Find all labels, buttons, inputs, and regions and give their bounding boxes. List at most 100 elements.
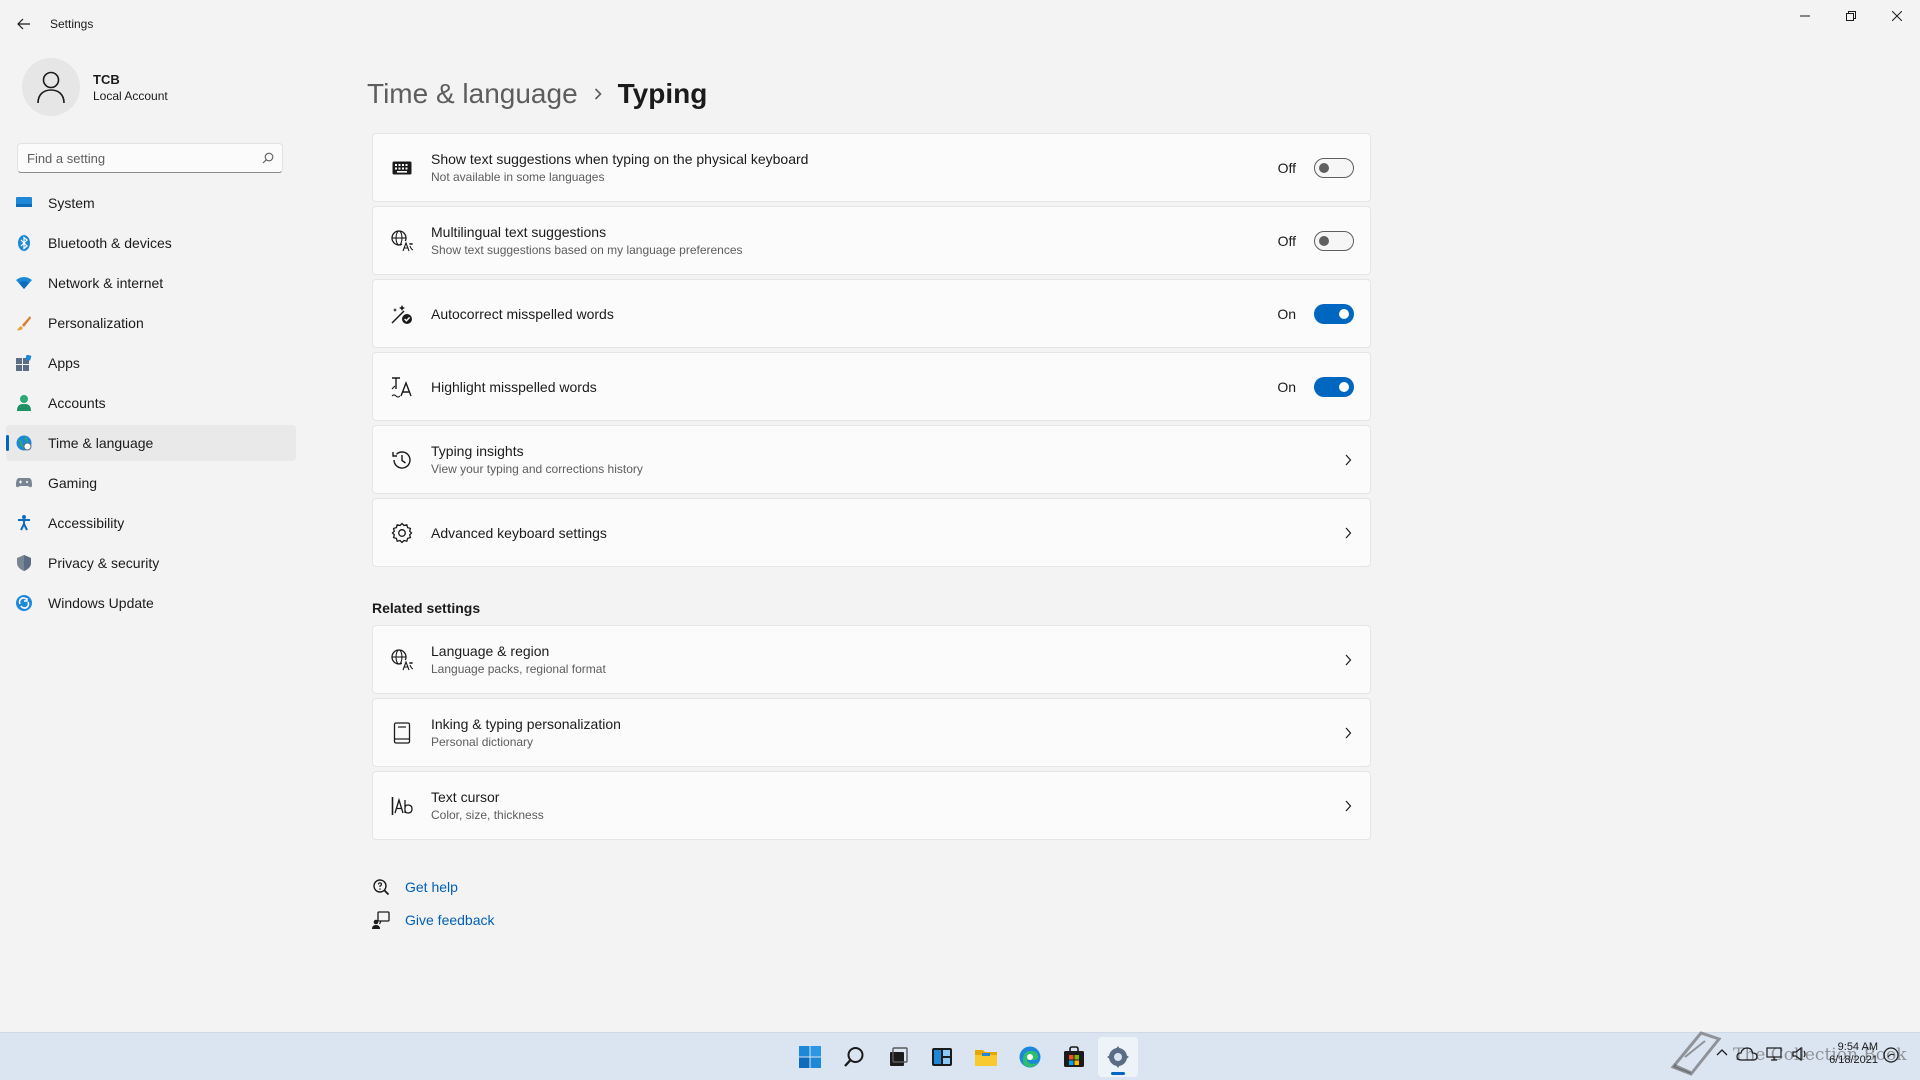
setting-title: Inking & typing personalization: [431, 716, 621, 732]
search-box[interactable]: [17, 143, 283, 173]
volume-icon: [1792, 1046, 1806, 1062]
update-icon: [16, 595, 32, 611]
globe-clock-icon: [16, 435, 32, 451]
get-help-link[interactable]: Get help: [372, 870, 495, 903]
person-icon: [37, 71, 65, 104]
setting-description: Personal dictionary: [431, 735, 534, 749]
sidebar-item-privacy[interactable]: Privacy & security: [6, 545, 296, 581]
help-icon: [372, 878, 390, 896]
cloud-icon: [1736, 1047, 1758, 1061]
minimize-button[interactable]: [1782, 0, 1828, 32]
related-settings-list: Language & region Language packs, region…: [372, 625, 1371, 844]
help-links: Get help Give feedback: [372, 870, 495, 936]
settings-list: Show text suggestions when typing on the…: [372, 133, 1371, 571]
setting-description: Show text suggestions based on my langua…: [431, 243, 743, 257]
dictionary-icon: [391, 722, 413, 744]
wifi-icon: [16, 275, 32, 291]
user-profile[interactable]: TCB Local Account: [22, 58, 302, 118]
setting-description: Language packs, regional format: [431, 662, 606, 676]
store-icon[interactable]: [1054, 1037, 1094, 1077]
sidebar-item-system[interactable]: System: [6, 185, 296, 221]
chevron-right-icon: [1345, 527, 1352, 539]
file-explorer-icon[interactable]: [966, 1037, 1006, 1077]
setting-description: Not available in some languages: [431, 170, 605, 184]
text-cursor-icon: [391, 795, 413, 817]
notification-icon[interactable]: [1883, 1047, 1899, 1063]
search-icon[interactable]: [834, 1037, 874, 1077]
system-icon: [16, 195, 32, 211]
setting-title: Autocorrect misspelled words: [431, 305, 614, 322]
setting-title: Text cursor: [431, 789, 500, 805]
task-view-icon[interactable]: [878, 1037, 918, 1077]
sidebar-item-network[interactable]: Network & internet: [6, 265, 296, 301]
avatar: [22, 58, 80, 116]
widgets-icon[interactable]: [922, 1037, 962, 1077]
close-button[interactable]: [1874, 0, 1920, 32]
bluetooth-icon: [16, 235, 32, 251]
language-icon: [391, 649, 413, 671]
setting-highlight-misspelled: Highlight misspelled words On: [372, 352, 1371, 421]
autocorrect-icon: [391, 303, 413, 325]
highlight-misspelled-toggle[interactable]: [1314, 376, 1354, 397]
toggle-state-label: Off: [1277, 159, 1296, 176]
taskbar: [0, 1032, 1920, 1080]
title-bar: Settings: [0, 0, 1920, 48]
setting-title: Typing insights: [431, 443, 524, 459]
toggle-state-label: Off: [1277, 232, 1296, 249]
sidebar-item-personalization[interactable]: Personalization: [6, 305, 296, 341]
related-inking-typing[interactable]: Inking & typing personalization Personal…: [372, 698, 1371, 767]
chevron-right-icon: [1345, 454, 1352, 466]
setting-typing-insights[interactable]: Typing insights View your typing and cor…: [372, 425, 1371, 494]
restore-button[interactable]: [1828, 0, 1874, 32]
sidebar-item-accounts[interactable]: Accounts: [6, 385, 296, 421]
related-text-cursor[interactable]: Text cursor Color, size, thickness: [372, 771, 1371, 840]
chevron-right-icon: [1345, 727, 1352, 739]
setting-multilingual-suggestions: Multilingual text suggestions Show text …: [372, 206, 1371, 275]
close-icon: [1892, 11, 1902, 21]
taskbar-apps: [788, 1033, 1140, 1080]
spellcheck-icon: [391, 376, 413, 398]
setting-description: View your typing and corrections history: [431, 462, 643, 476]
sidebar-item-label: Windows Update: [48, 595, 154, 611]
autocorrect-toggle[interactable]: [1314, 303, 1354, 324]
breadcrumb-parent[interactable]: Time & language: [367, 78, 578, 110]
edge-icon[interactable]: [1010, 1037, 1050, 1077]
give-feedback-label: Give feedback: [405, 911, 495, 928]
related-settings-heading: Related settings: [372, 600, 481, 616]
sidebar-item-label: Accessibility: [48, 515, 125, 531]
system-clock[interactable]: 9:54 AM 6/18/2021: [1824, 1041, 1878, 1067]
search-input[interactable]: [27, 151, 247, 166]
settings-icon[interactable]: [1098, 1037, 1138, 1077]
give-feedback-link[interactable]: Give feedback: [372, 903, 495, 936]
user-name: TCB: [93, 72, 120, 87]
chevron-up-icon[interactable]: [1716, 1048, 1728, 1056]
sidebar-item-accessibility[interactable]: Accessibility: [6, 505, 296, 541]
system-tray[interactable]: [1736, 1046, 1810, 1062]
related-language-region[interactable]: Language & region Language packs, region…: [372, 625, 1371, 694]
language-icon: [391, 230, 413, 252]
sidebar-item-gaming[interactable]: Gaming: [6, 465, 296, 501]
sidebar-item-windows-update[interactable]: Windows Update: [6, 585, 296, 621]
sidebar-nav: System Bluetooth & devices Network & int…: [6, 185, 296, 625]
back-arrow-icon: [17, 18, 30, 30]
account-type: Local Account: [93, 89, 168, 103]
setting-advanced-keyboard[interactable]: Advanced keyboard settings: [372, 498, 1371, 567]
text-suggestions-toggle[interactable]: [1314, 157, 1354, 178]
multilingual-suggestions-toggle[interactable]: [1314, 230, 1354, 251]
history-icon: [391, 449, 413, 471]
get-help-label: Get help: [405, 878, 458, 895]
chevron-right-icon: [1345, 654, 1352, 666]
sidebar-item-label: Time & language: [48, 435, 154, 451]
back-button[interactable]: [12, 12, 36, 36]
sidebar-item-time-language[interactable]: Time & language: [6, 425, 296, 461]
accessibility-icon: [16, 515, 32, 531]
setting-text-suggestions: Show text suggestions when typing on the…: [372, 133, 1371, 202]
sidebar-item-apps[interactable]: Apps: [6, 345, 296, 381]
minimize-icon: [1800, 15, 1810, 17]
start-icon[interactable]: [790, 1037, 830, 1077]
sidebar-item-label: Accounts: [48, 395, 106, 411]
sidebar-item-bluetooth[interactable]: Bluetooth & devices: [6, 225, 296, 261]
sidebar-item-label: Personalization: [48, 315, 144, 331]
feedback-icon: [372, 910, 390, 929]
restore-icon: [1846, 11, 1856, 21]
